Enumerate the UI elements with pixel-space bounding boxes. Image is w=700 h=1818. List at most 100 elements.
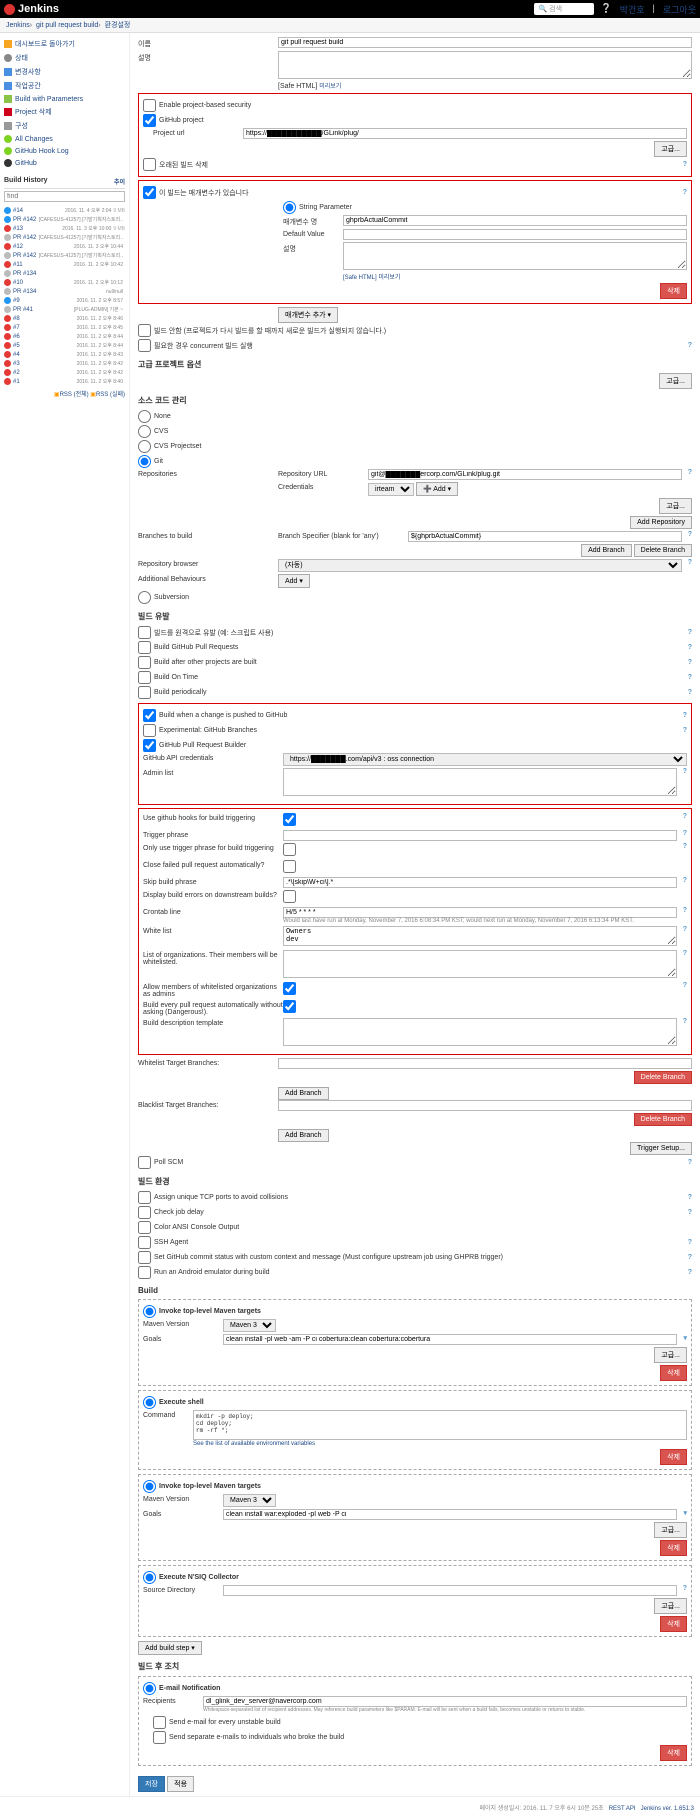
help-icon[interactable]: ? bbox=[677, 830, 687, 837]
unstable-checkbox[interactable] bbox=[153, 1716, 166, 1729]
maven-ver-select[interactable]: Maven 3 bbox=[223, 1319, 276, 1332]
build-desc-textarea[interactable] bbox=[283, 1018, 677, 1046]
repo-url-input[interactable] bbox=[368, 469, 682, 480]
env-ssh-checkbox[interactable] bbox=[138, 1236, 151, 1249]
help-icon[interactable]: ? bbox=[688, 1159, 692, 1166]
delete-param-button[interactable]: 삭제 bbox=[660, 283, 687, 299]
rss-fail[interactable]: RSS (실패) bbox=[96, 392, 125, 398]
help-icon[interactable]: ? bbox=[688, 1239, 692, 1246]
close-fail-checkbox[interactable] bbox=[283, 860, 296, 873]
repo-browser-select[interactable]: (자동) bbox=[278, 559, 682, 572]
trig-phrase-input[interactable] bbox=[283, 830, 677, 841]
individuals-checkbox[interactable] bbox=[153, 1731, 166, 1744]
whitelist-textarea[interactable]: Owners dev bbox=[283, 926, 677, 946]
rss-all[interactable]: RSS (전체) bbox=[60, 392, 89, 398]
sidebar-nav-item[interactable]: 작업공간 bbox=[4, 79, 125, 93]
scm-svn-radio[interactable] bbox=[138, 591, 151, 604]
help-icon[interactable]: ? bbox=[682, 559, 692, 566]
help-icon[interactable]: ? bbox=[688, 1269, 692, 1276]
old-build-del-checkbox[interactable] bbox=[143, 158, 156, 171]
help-icon[interactable]: ? bbox=[682, 469, 692, 476]
help-icon[interactable]: ? bbox=[677, 768, 687, 775]
build-row[interactable]: #52016. 11. 2 오후 8:44 bbox=[4, 341, 125, 350]
help-icon[interactable]: ? bbox=[677, 813, 687, 820]
trig-exp-checkbox[interactable] bbox=[143, 724, 156, 737]
del-branch-button[interactable]: Delete Branch bbox=[634, 544, 692, 557]
add-behav-button[interactable]: Add ▾ bbox=[278, 574, 310, 588]
help-icon[interactable]: ? bbox=[677, 950, 687, 957]
env-ansi-checkbox[interactable] bbox=[138, 1221, 151, 1234]
help-icon[interactable]: ? bbox=[688, 1209, 692, 1216]
ghhooks-checkbox[interactable] bbox=[283, 813, 296, 826]
build-row[interactable]: #82016. 11. 2 오후 8:46 bbox=[4, 314, 125, 323]
trig-ghpr-checkbox[interactable] bbox=[138, 641, 151, 654]
sidebar-nav-item[interactable]: Project 삭제 bbox=[4, 105, 125, 119]
trig-push-checkbox[interactable] bbox=[143, 709, 156, 722]
rest-api-link[interactable]: REST API bbox=[609, 1806, 636, 1812]
sidebar-nav-item[interactable]: GitHub bbox=[4, 157, 125, 169]
help-icon[interactable]: ? bbox=[688, 1194, 692, 1201]
wl-target-input[interactable] bbox=[278, 1058, 692, 1069]
add-repo-button[interactable]: Add Repository bbox=[630, 516, 692, 529]
trig-period-checkbox[interactable] bbox=[138, 686, 151, 699]
build-row[interactable]: PR #142[CAFESUS-41257] [기발기획자스토리.. bbox=[4, 233, 125, 242]
build-row[interactable]: PR #142[CAFESUS-41257] [기발기획자스토리.. bbox=[4, 215, 125, 224]
add-branch-bl-button[interactable]: Add Branch bbox=[278, 1129, 329, 1142]
help-icon[interactable]: ? bbox=[688, 644, 692, 651]
maven-radio-2[interactable] bbox=[143, 1480, 156, 1493]
advanced-button-maven[interactable]: 고급... bbox=[654, 1347, 687, 1363]
desc-textarea[interactable] bbox=[278, 51, 692, 79]
del-branch-bl-button[interactable]: Delete Branch bbox=[634, 1113, 692, 1126]
sidebar-nav-item[interactable]: 변경사항 bbox=[4, 65, 125, 79]
build-row[interactable]: #62016. 11. 2 오후 8:44 bbox=[4, 332, 125, 341]
admin-list-textarea[interactable] bbox=[283, 768, 677, 796]
cred-select[interactable]: irteam bbox=[368, 483, 414, 496]
build-row[interactable]: #142016. 11. 4 오후 2:049 MB bbox=[4, 206, 125, 215]
env-delay-checkbox[interactable] bbox=[138, 1206, 151, 1219]
build-row[interactable]: #102016. 11. 2 오후 10:12 bbox=[4, 278, 125, 287]
recipients-input[interactable] bbox=[203, 1696, 687, 1707]
scm-git-radio[interactable] bbox=[138, 455, 151, 468]
trig-time-checkbox[interactable] bbox=[138, 671, 151, 684]
maven-ver-select-2[interactable]: Maven 3 bbox=[223, 1494, 276, 1507]
disp-err-checkbox[interactable] bbox=[283, 890, 296, 903]
del-email-button[interactable]: 삭제 bbox=[660, 1745, 687, 1761]
disable-build-checkbox[interactable] bbox=[138, 324, 151, 337]
logout-link[interactable]: 로그아웃 bbox=[663, 3, 696, 16]
email-radio[interactable] bbox=[143, 1682, 156, 1695]
cred-add-button[interactable]: ➕ Add ▾ bbox=[416, 482, 458, 496]
help-icon[interactable]: ? bbox=[677, 926, 687, 933]
branch-spec-input[interactable] bbox=[408, 531, 682, 542]
trig-ghprb-checkbox[interactable] bbox=[143, 739, 156, 752]
gh-api-select[interactable]: https://███████.com/api/v3 : oss connect… bbox=[283, 753, 687, 766]
goals-input-2[interactable] bbox=[223, 1509, 677, 1520]
advanced-button[interactable]: 고급... bbox=[654, 141, 687, 157]
sidebar-nav-item[interactable]: 구성 bbox=[4, 119, 125, 133]
bc-2[interactable]: 환경설정 bbox=[105, 22, 131, 29]
build-find-input[interactable] bbox=[4, 191, 125, 202]
expand-icon[interactable]: ▾ bbox=[677, 1509, 687, 1517]
build-row[interactable]: #72016. 11. 2 오후 8:45 bbox=[4, 323, 125, 332]
del-branch-wl-button[interactable]: Delete Branch bbox=[634, 1071, 692, 1084]
help-icon[interactable]: ? bbox=[677, 877, 687, 884]
preview-link[interactable]: 미리보기 bbox=[319, 84, 341, 90]
build-row[interactable]: PR #134null/null bbox=[4, 287, 125, 296]
help-icon[interactable]: ? bbox=[688, 342, 692, 349]
env-ghstatus-checkbox[interactable] bbox=[138, 1251, 151, 1264]
bl-target-input[interactable] bbox=[278, 1100, 692, 1111]
cmd-textarea[interactable]: mkdir -p deploy; cd deploy; rm -rf *; bbox=[193, 1410, 687, 1440]
advanced-button-2[interactable]: 고급... bbox=[659, 373, 692, 389]
build-row[interactable]: #22016. 11. 2 오후 8:42 bbox=[4, 368, 125, 377]
env-vars-link[interactable]: See the list of available environment va… bbox=[193, 1441, 315, 1447]
string-param-radio[interactable] bbox=[283, 201, 296, 214]
nsiq-radio[interactable] bbox=[143, 1571, 156, 1584]
advanced-button-maven-2[interactable]: 고급... bbox=[654, 1522, 687, 1538]
skip-phrase-input[interactable] bbox=[283, 877, 677, 888]
help-icon[interactable]: ? bbox=[677, 1585, 687, 1592]
build-row[interactable]: PR #142[CAFESUS-41257] [기발기획자스토리.. bbox=[4, 251, 125, 260]
security-checkbox[interactable] bbox=[143, 99, 156, 112]
env-android-checkbox[interactable] bbox=[138, 1266, 151, 1279]
help-icon[interactable]: ? bbox=[683, 189, 687, 196]
user-link[interactable]: 박건호 bbox=[620, 3, 645, 16]
build-row[interactable]: #42016. 11. 2 오후 8:43 bbox=[4, 350, 125, 359]
